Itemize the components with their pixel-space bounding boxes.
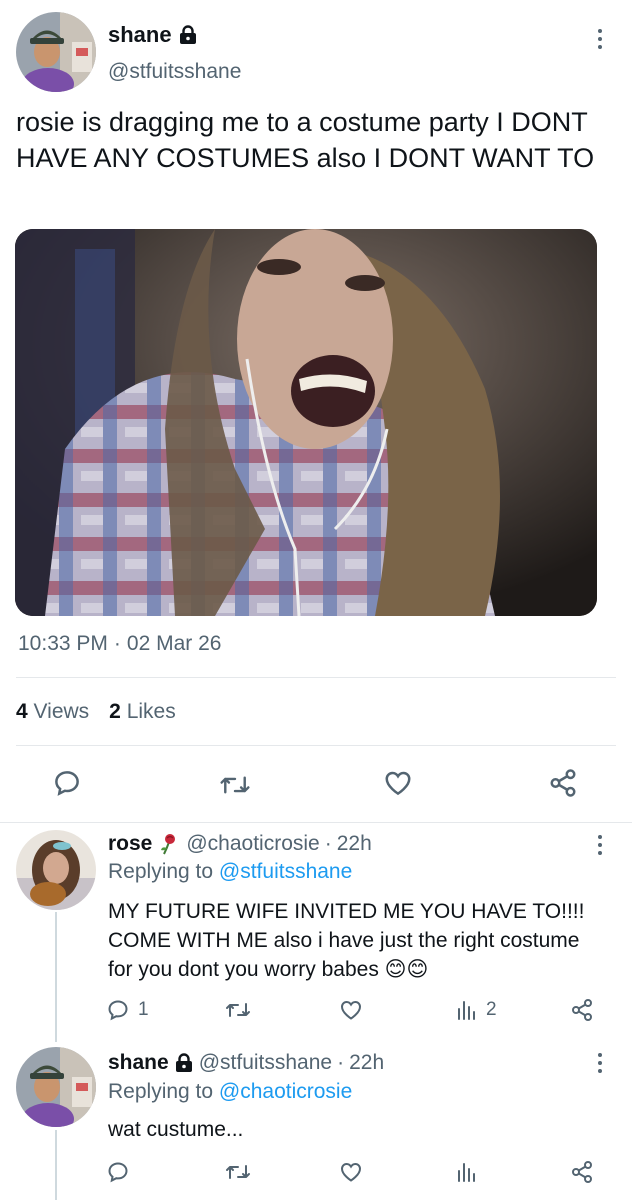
views-button[interactable]: 2 bbox=[454, 998, 497, 1022]
reply-author-handle[interactable]: @stfuitsshane bbox=[199, 1051, 332, 1075]
reply-button[interactable] bbox=[52, 768, 82, 798]
tweet-time: 10:33 PM bbox=[18, 632, 108, 655]
share-button[interactable] bbox=[570, 998, 594, 1022]
retweet-icon bbox=[226, 1003, 250, 1017]
tweet-date: 02 Mar 26 bbox=[126, 632, 222, 655]
tweet-text: rosie is dragging me to a costume party … bbox=[16, 107, 595, 173]
reply-button[interactable] bbox=[106, 1160, 130, 1184]
divider bbox=[16, 745, 616, 746]
reply-author-handle[interactable]: @chaoticrosie bbox=[186, 832, 319, 856]
share-icon bbox=[572, 999, 592, 1021]
like-icon bbox=[340, 1000, 362, 1020]
like-button[interactable] bbox=[338, 998, 364, 1022]
like-icon bbox=[340, 1162, 362, 1182]
reply-count: 1 bbox=[138, 999, 149, 1020]
share-button[interactable] bbox=[570, 1160, 594, 1184]
more-icon[interactable] bbox=[590, 830, 610, 860]
replying-to: Replying to @stfuitsshane bbox=[108, 860, 352, 884]
lock-icon bbox=[178, 25, 198, 45]
retweet-icon bbox=[220, 776, 250, 794]
views-count: 4 bbox=[16, 700, 28, 723]
divider bbox=[0, 822, 632, 823]
timestamp-separator: · bbox=[113, 632, 121, 655]
reply-text: wat custume... bbox=[108, 1118, 244, 1141]
views-count: 2 bbox=[486, 999, 497, 1020]
reply-icon bbox=[55, 771, 79, 796]
retweet-button[interactable] bbox=[218, 770, 252, 800]
likes-label: Likes bbox=[126, 700, 176, 723]
more-icon[interactable] bbox=[590, 24, 610, 54]
replying-mention[interactable]: @stfuitsshane bbox=[219, 860, 352, 883]
reply-author-name[interactable]: shane bbox=[108, 1051, 169, 1075]
more-icon[interactable] bbox=[590, 1048, 610, 1078]
thread-line bbox=[55, 912, 57, 1042]
views-icon bbox=[458, 1163, 475, 1182]
tweet-timestamp[interactable]: 10:33 PM · 02 Mar 26 bbox=[18, 632, 221, 656]
share-button[interactable] bbox=[548, 768, 578, 798]
retweet-icon bbox=[226, 1165, 250, 1179]
tweet-stats: 4 Views 2 Likes bbox=[16, 700, 176, 724]
tweet-media-image[interactable] bbox=[15, 229, 597, 616]
reply-separator: · bbox=[324, 832, 332, 855]
author-name[interactable]: shane bbox=[108, 22, 172, 48]
views-label: Views bbox=[33, 700, 90, 723]
reply-author-row: rose @chaoticrosie · 22h bbox=[108, 832, 372, 856]
reply-time[interactable]: 22h bbox=[349, 1051, 384, 1075]
reply-avatar[interactable] bbox=[16, 830, 96, 910]
like-button[interactable] bbox=[338, 1160, 364, 1184]
views-stat[interactable]: 4 Views bbox=[16, 700, 89, 724]
share-icon bbox=[572, 1161, 592, 1183]
replying-prefix: Replying to bbox=[108, 860, 214, 883]
reply-icon bbox=[108, 1162, 128, 1183]
replying-to: Replying to @chaoticrosie bbox=[108, 1080, 352, 1104]
reply-button[interactable]: 1 bbox=[106, 998, 149, 1022]
reply-separator: · bbox=[337, 1051, 345, 1074]
retweet-button[interactable] bbox=[224, 1160, 252, 1184]
reply-icon bbox=[108, 1000, 128, 1021]
retweet-button[interactable] bbox=[224, 998, 252, 1022]
reply-author-name[interactable]: rose bbox=[108, 832, 152, 856]
reply-time[interactable]: 22h bbox=[337, 832, 372, 856]
likes-count: 2 bbox=[109, 700, 121, 723]
author-name-row: shane bbox=[108, 22, 198, 48]
reply-text: MY FUTURE WIFE INVITED ME YOU HAVE TO!!!… bbox=[108, 900, 585, 981]
like-button[interactable] bbox=[382, 768, 414, 798]
views-button[interactable] bbox=[454, 1160, 478, 1184]
author-handle[interactable]: @stfuitsshane bbox=[108, 60, 241, 84]
views-icon bbox=[458, 1001, 475, 1020]
thread-line bbox=[55, 1130, 57, 1200]
share-icon bbox=[550, 769, 576, 797]
like-icon bbox=[385, 771, 411, 796]
replying-prefix: Replying to bbox=[108, 1080, 214, 1103]
reply-avatar[interactable] bbox=[16, 1047, 96, 1127]
replying-mention[interactable]: @chaoticrosie bbox=[219, 1080, 352, 1103]
reply-author-row: shane @stfuitsshane · 22h bbox=[108, 1051, 384, 1075]
divider bbox=[16, 677, 616, 678]
likes-stat[interactable]: 2 Likes bbox=[109, 700, 176, 724]
author-avatar[interactable] bbox=[16, 12, 96, 92]
lock-icon bbox=[174, 1053, 194, 1073]
rose-emoji-icon bbox=[161, 834, 176, 855]
